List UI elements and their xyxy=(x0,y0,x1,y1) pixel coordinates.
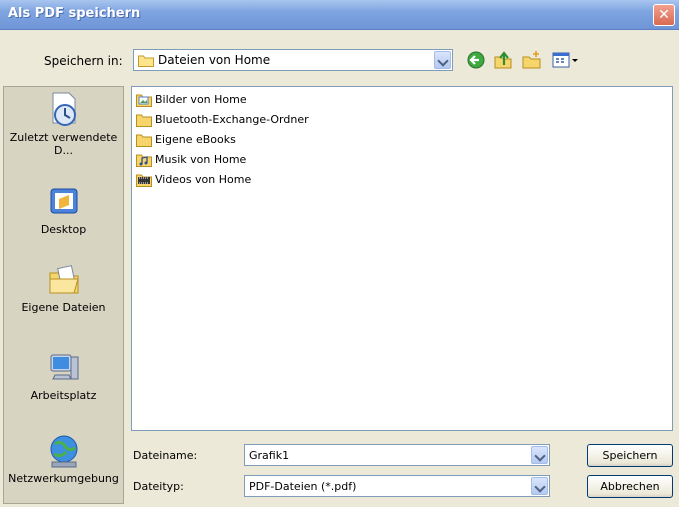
file-name: Bluetooth-Exchange-Ordner xyxy=(155,113,309,126)
file-name: Eigene eBooks xyxy=(155,133,236,146)
network-icon xyxy=(50,435,77,468)
title-bar: Als PDF speichern ✕ xyxy=(0,0,679,30)
new-folder-icon[interactable] xyxy=(522,50,542,70)
pictures-folder-icon xyxy=(136,94,152,107)
recent-documents-icon xyxy=(52,92,76,126)
chevron-down-icon[interactable] xyxy=(531,477,548,495)
cancel-button[interactable]: Abbrechen xyxy=(587,475,673,498)
back-icon[interactable] xyxy=(466,50,486,70)
file-list[interactable]: Bilder von Home Bluetooth-Exchange-Ordne… xyxy=(131,86,673,431)
desktop-icon xyxy=(50,188,77,214)
place-network[interactable]: Netzwerkumgebung xyxy=(4,432,123,485)
folder-icon xyxy=(136,134,152,147)
place-desktop[interactable]: Desktop xyxy=(4,183,123,236)
place-label: Desktop xyxy=(40,223,87,236)
place-my-computer[interactable]: Arbeitsplatz xyxy=(4,349,123,402)
filename-field[interactable]: Grafik1 xyxy=(244,444,550,466)
chevron-down-icon[interactable] xyxy=(531,446,548,464)
filetype-select[interactable]: PDF-Dateien (*.pdf) xyxy=(244,475,550,497)
my-documents-icon xyxy=(49,265,79,294)
filetype-value: PDF-Dateien (*.pdf) xyxy=(249,480,357,493)
folder-icon xyxy=(138,55,154,67)
place-recent[interactable]: Zuletzt verwendete D... xyxy=(4,91,123,157)
music-folder-icon xyxy=(136,154,152,167)
close-button[interactable]: ✕ xyxy=(653,4,675,26)
view-menu-icon[interactable] xyxy=(552,50,580,70)
file-name: Musik von Home xyxy=(155,153,247,166)
folder-icon xyxy=(136,114,152,127)
filetype-label: Dateityp: xyxy=(133,480,184,493)
chevron-down-icon[interactable] xyxy=(434,51,451,69)
window-title: Als PDF speichern xyxy=(8,6,141,21)
my-computer-icon xyxy=(50,354,78,380)
place-my-documents[interactable]: Eigene Dateien xyxy=(4,261,123,314)
filename-value: Grafik1 xyxy=(249,449,290,462)
place-label: Arbeitsplatz xyxy=(30,389,97,402)
up-folder-icon[interactable] xyxy=(493,50,513,70)
file-name: Videos von Home xyxy=(155,173,252,186)
lookin-value: Dateien von Home xyxy=(158,53,271,67)
file-name: Bilder von Home xyxy=(155,93,247,106)
video-folder-icon xyxy=(136,174,152,187)
place-label: Zuletzt verwendete D... xyxy=(9,131,118,157)
place-label: Eigene Dateien xyxy=(21,301,106,314)
places-bar: Zuletzt verwendete D... Desktop Eigene D… xyxy=(3,86,124,504)
close-icon: ✕ xyxy=(658,7,670,23)
filename-label: Dateiname: xyxy=(133,449,198,462)
save-button[interactable]: Speichern xyxy=(587,444,673,467)
lookin-combo[interactable]: Dateien von Home xyxy=(133,49,453,71)
lookin-label: Speichern in: xyxy=(44,54,123,68)
place-label: Netzwerkumgebung xyxy=(8,472,119,485)
